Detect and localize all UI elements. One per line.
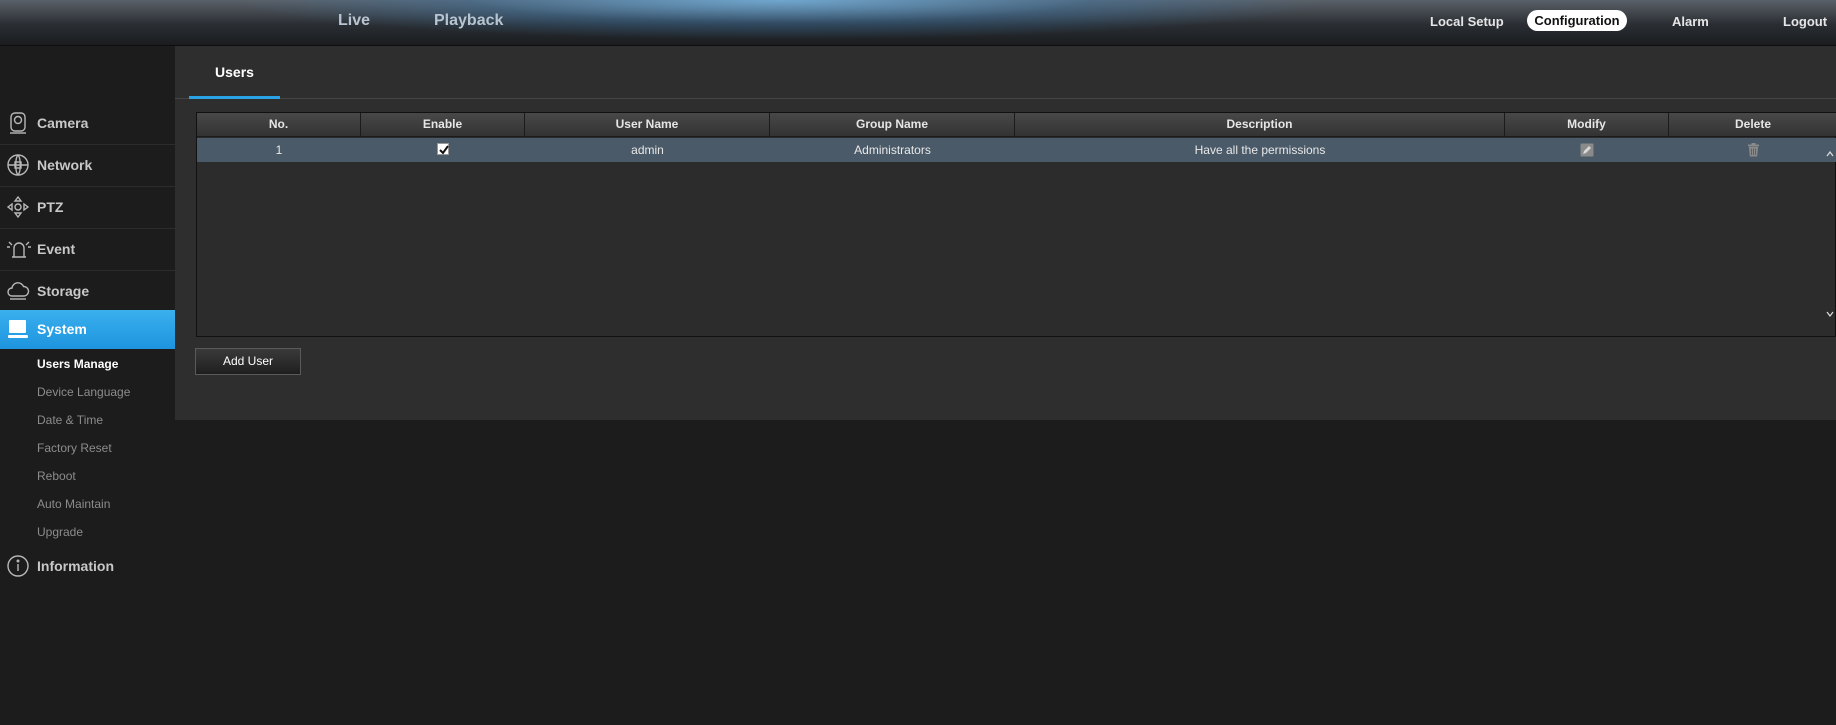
sidebar-item-label: Information (37, 558, 114, 574)
cell-description: Have all the permissions (1194, 143, 1326, 157)
sidebar-item-label: Camera (37, 115, 89, 131)
info-icon (6, 554, 30, 578)
event-icon (6, 237, 31, 261)
sidebar-item-system[interactable]: System (0, 310, 184, 352)
cell-delete (1669, 138, 1836, 162)
sidebar-item-information[interactable]: Information (0, 546, 175, 588)
tab-users[interactable]: Users (189, 46, 280, 99)
sidebar-subitem-auto-maintain[interactable]: Auto Maintain (37, 497, 110, 511)
sidebar-subitem-users-manage[interactable]: Users Manage (37, 357, 118, 371)
sidebar-subitem-date-time[interactable]: Date & Time (37, 413, 103, 427)
column-header-enable[interactable]: Enable (361, 113, 525, 137)
scroll-down-icon[interactable] (1826, 309, 1834, 319)
trash-icon[interactable] (1747, 141, 1760, 165)
column-header-user-name[interactable]: User Name (525, 113, 770, 137)
sidebar-item-event[interactable]: Event (0, 229, 175, 271)
top-bar: Live Playback Local Setup Configuration … (0, 0, 1836, 46)
system-icon (6, 317, 30, 341)
tab-bar: Users (175, 46, 1836, 99)
users-table: No. Enable User Name Group Name Descript… (196, 112, 1836, 337)
sidebar-item-label: Event (37, 241, 76, 257)
column-header-group-name[interactable]: Group Name (770, 113, 1015, 137)
sidebar-item-storage[interactable]: Storage (0, 271, 175, 313)
add-user-button[interactable]: Add User (195, 348, 301, 375)
sidebar-item-network[interactable]: Network (0, 145, 175, 187)
sidebar-item-label: System (37, 321, 87, 337)
sidebar-item-ptz[interactable]: PTZ (0, 187, 175, 229)
column-header-delete[interactable]: Delete (1669, 113, 1836, 137)
scroll-up-icon[interactable] (1826, 149, 1834, 159)
top-bar-glow (230, 0, 1330, 40)
sidebar-subitem-upgrade[interactable]: Upgrade (37, 525, 83, 539)
storage-icon (6, 279, 30, 303)
sidebar-subitem-device-language[interactable]: Device Language (37, 385, 130, 399)
nav-local-setup[interactable]: Local Setup (1430, 14, 1504, 29)
table-header: No. Enable User Name Group Name Descript… (197, 113, 1836, 137)
nav-live[interactable]: Live (338, 12, 370, 30)
sidebar-subitem-reboot[interactable]: Reboot (37, 469, 76, 483)
nav-playback[interactable]: Playback (434, 12, 503, 30)
network-icon (6, 153, 30, 177)
edit-icon[interactable] (1580, 141, 1594, 165)
content-panel: Users No. Enable User Name Group Name De… (175, 46, 1836, 420)
cell-user-name: admin (631, 143, 664, 157)
camera-icon (6, 111, 30, 135)
cell-group-name: Administrators (854, 143, 931, 157)
cell-enable (361, 138, 525, 162)
sidebar: Camera Network PTZ Event Storage System … (0, 46, 184, 725)
column-header-modify[interactable]: Modify (1505, 113, 1669, 137)
sidebar-item-label: Storage (37, 283, 90, 299)
nav-configuration[interactable]: Configuration (1527, 10, 1627, 31)
ptz-icon (6, 195, 30, 219)
sidebar-item-camera[interactable]: Camera (0, 103, 175, 145)
sidebar-subitem-factory-reset[interactable]: Factory Reset (37, 441, 112, 455)
cell-modify (1505, 138, 1669, 162)
sidebar-item-label: PTZ (37, 199, 64, 215)
table-row[interactable]: 1 admin Administrators Have all the perm… (197, 138, 1836, 162)
column-header-no[interactable]: No. (197, 113, 361, 137)
nav-alarm[interactable]: Alarm (1672, 14, 1709, 29)
column-header-description[interactable]: Description (1015, 113, 1505, 137)
enable-checkbox[interactable] (437, 143, 449, 155)
sidebar-item-label: Network (37, 157, 93, 173)
nav-logout[interactable]: Logout (1783, 14, 1827, 29)
cell-no: 1 (275, 143, 283, 157)
